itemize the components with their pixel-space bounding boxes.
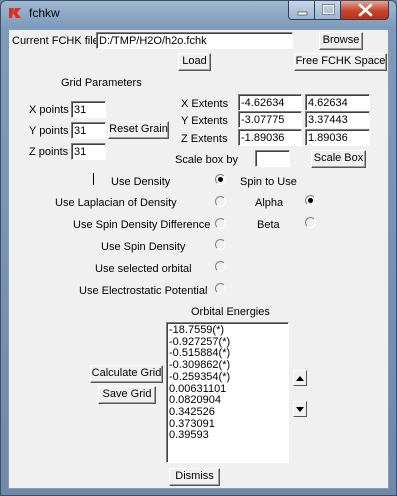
use-esp-radio[interactable] bbox=[215, 283, 226, 294]
reset-grain-button[interactable]: Reset Grain bbox=[108, 121, 169, 139]
use-spin-diff-radio[interactable] bbox=[215, 218, 226, 229]
scale-box-label: Scale box by bbox=[175, 154, 238, 166]
list-item[interactable]: 0.342526 bbox=[169, 406, 286, 419]
close-button[interactable] bbox=[340, 1, 389, 20]
use-density-radio[interactable] bbox=[215, 174, 226, 185]
close-icon bbox=[358, 3, 373, 17]
y-points-label: Y points bbox=[29, 125, 69, 137]
scroll-down-button[interactable] bbox=[293, 401, 307, 417]
x-points-field[interactable]: 31 bbox=[71, 101, 106, 118]
browse-button[interactable]: Browse bbox=[319, 32, 363, 50]
title-bar[interactable]: fchkw bbox=[1, 1, 396, 27]
orbital-energies-list[interactable]: -18.7559(*) -0.927257(*) -0.515884(*) -0… bbox=[166, 322, 289, 463]
dismiss-button[interactable]: Dismiss bbox=[169, 468, 220, 486]
y-extents-max-field[interactable]: 3.37443 bbox=[305, 111, 370, 128]
y-extents-label: Y Extents bbox=[181, 115, 228, 127]
load-button[interactable]: Load bbox=[178, 53, 211, 71]
use-orbital-label: Use selected orbital bbox=[95, 263, 192, 275]
x-extents-max-field[interactable]: 4.62634 bbox=[305, 94, 370, 111]
app-window: fchkw Current FCHK file D:/TMP/H2O/h2o.f… bbox=[0, 0, 397, 496]
list-item[interactable]: -0.259354(*) bbox=[169, 371, 286, 384]
use-esp-label: Use Electrostatic Potential bbox=[79, 285, 208, 297]
spin-to-use-heading: Spin to Use bbox=[240, 176, 297, 188]
use-laplacian-label: Use Laplacian of Density bbox=[55, 197, 177, 209]
use-spin-diff-label: Use Spin Density Difference bbox=[73, 219, 211, 231]
use-orbital-radio[interactable] bbox=[215, 261, 226, 272]
text-cursor bbox=[93, 173, 94, 185]
file-path-field[interactable]: D:/TMP/H2O/h2o.fchk bbox=[96, 32, 293, 49]
arrow-down-icon bbox=[296, 407, 304, 412]
beta-label: Beta bbox=[257, 219, 280, 231]
calculate-grid-button[interactable]: Calculate Grid bbox=[90, 365, 163, 383]
maximize-icon bbox=[322, 4, 335, 15]
z-points-field[interactable]: 31 bbox=[71, 143, 106, 160]
alpha-radio[interactable] bbox=[305, 195, 316, 206]
window-title: fchkw bbox=[29, 6, 60, 20]
alpha-label: Alpha bbox=[255, 197, 284, 209]
z-extents-min-field[interactable]: -1.89036 bbox=[238, 129, 302, 146]
orbital-energies-heading: Orbital Energies bbox=[191, 306, 270, 318]
y-extents-min-field[interactable]: -3.07775 bbox=[238, 111, 302, 128]
main-panel: Current FCHK file D:/TMP/H2O/h2o.fchk Br… bbox=[8, 29, 389, 489]
y-points-field[interactable]: 31 bbox=[71, 122, 106, 139]
z-extents-label: Z Extents bbox=[181, 133, 228, 145]
list-item[interactable]: -18.7559(*) bbox=[169, 324, 286, 337]
beta-radio[interactable] bbox=[305, 217, 316, 228]
save-grid-button[interactable]: Save Grid bbox=[98, 386, 156, 404]
use-spin-density-label: Use Spin Density bbox=[101, 241, 186, 253]
use-spin-density-radio[interactable] bbox=[215, 239, 226, 250]
minimize-icon bbox=[297, 11, 308, 16]
z-extents-max-field[interactable]: 1.89036 bbox=[305, 129, 370, 146]
free-fchk-button[interactable]: Free FCHK Space bbox=[294, 53, 387, 71]
grid-parameters-heading: Grid Parameters bbox=[61, 77, 142, 89]
z-points-label: Z points bbox=[29, 146, 69, 158]
arrow-up-icon bbox=[296, 376, 304, 381]
current-file-label: Current FCHK file bbox=[12, 35, 99, 47]
use-density-label: Use Density bbox=[111, 176, 171, 188]
scale-box-button[interactable]: Scale Box bbox=[311, 150, 366, 168]
scale-box-field[interactable] bbox=[255, 150, 290, 167]
maximize-button[interactable] bbox=[314, 1, 341, 20]
minimize-button[interactable] bbox=[288, 1, 315, 20]
tk-feather-icon bbox=[9, 8, 21, 18]
x-points-label: X points bbox=[29, 104, 69, 116]
x-extents-min-field[interactable]: -4.62634 bbox=[238, 94, 302, 111]
x-extents-label: X Extents bbox=[181, 98, 229, 110]
use-laplacian-radio[interactable] bbox=[215, 196, 226, 207]
scroll-up-button[interactable] bbox=[293, 370, 307, 386]
list-item[interactable]: 0.39593 bbox=[169, 430, 286, 442]
